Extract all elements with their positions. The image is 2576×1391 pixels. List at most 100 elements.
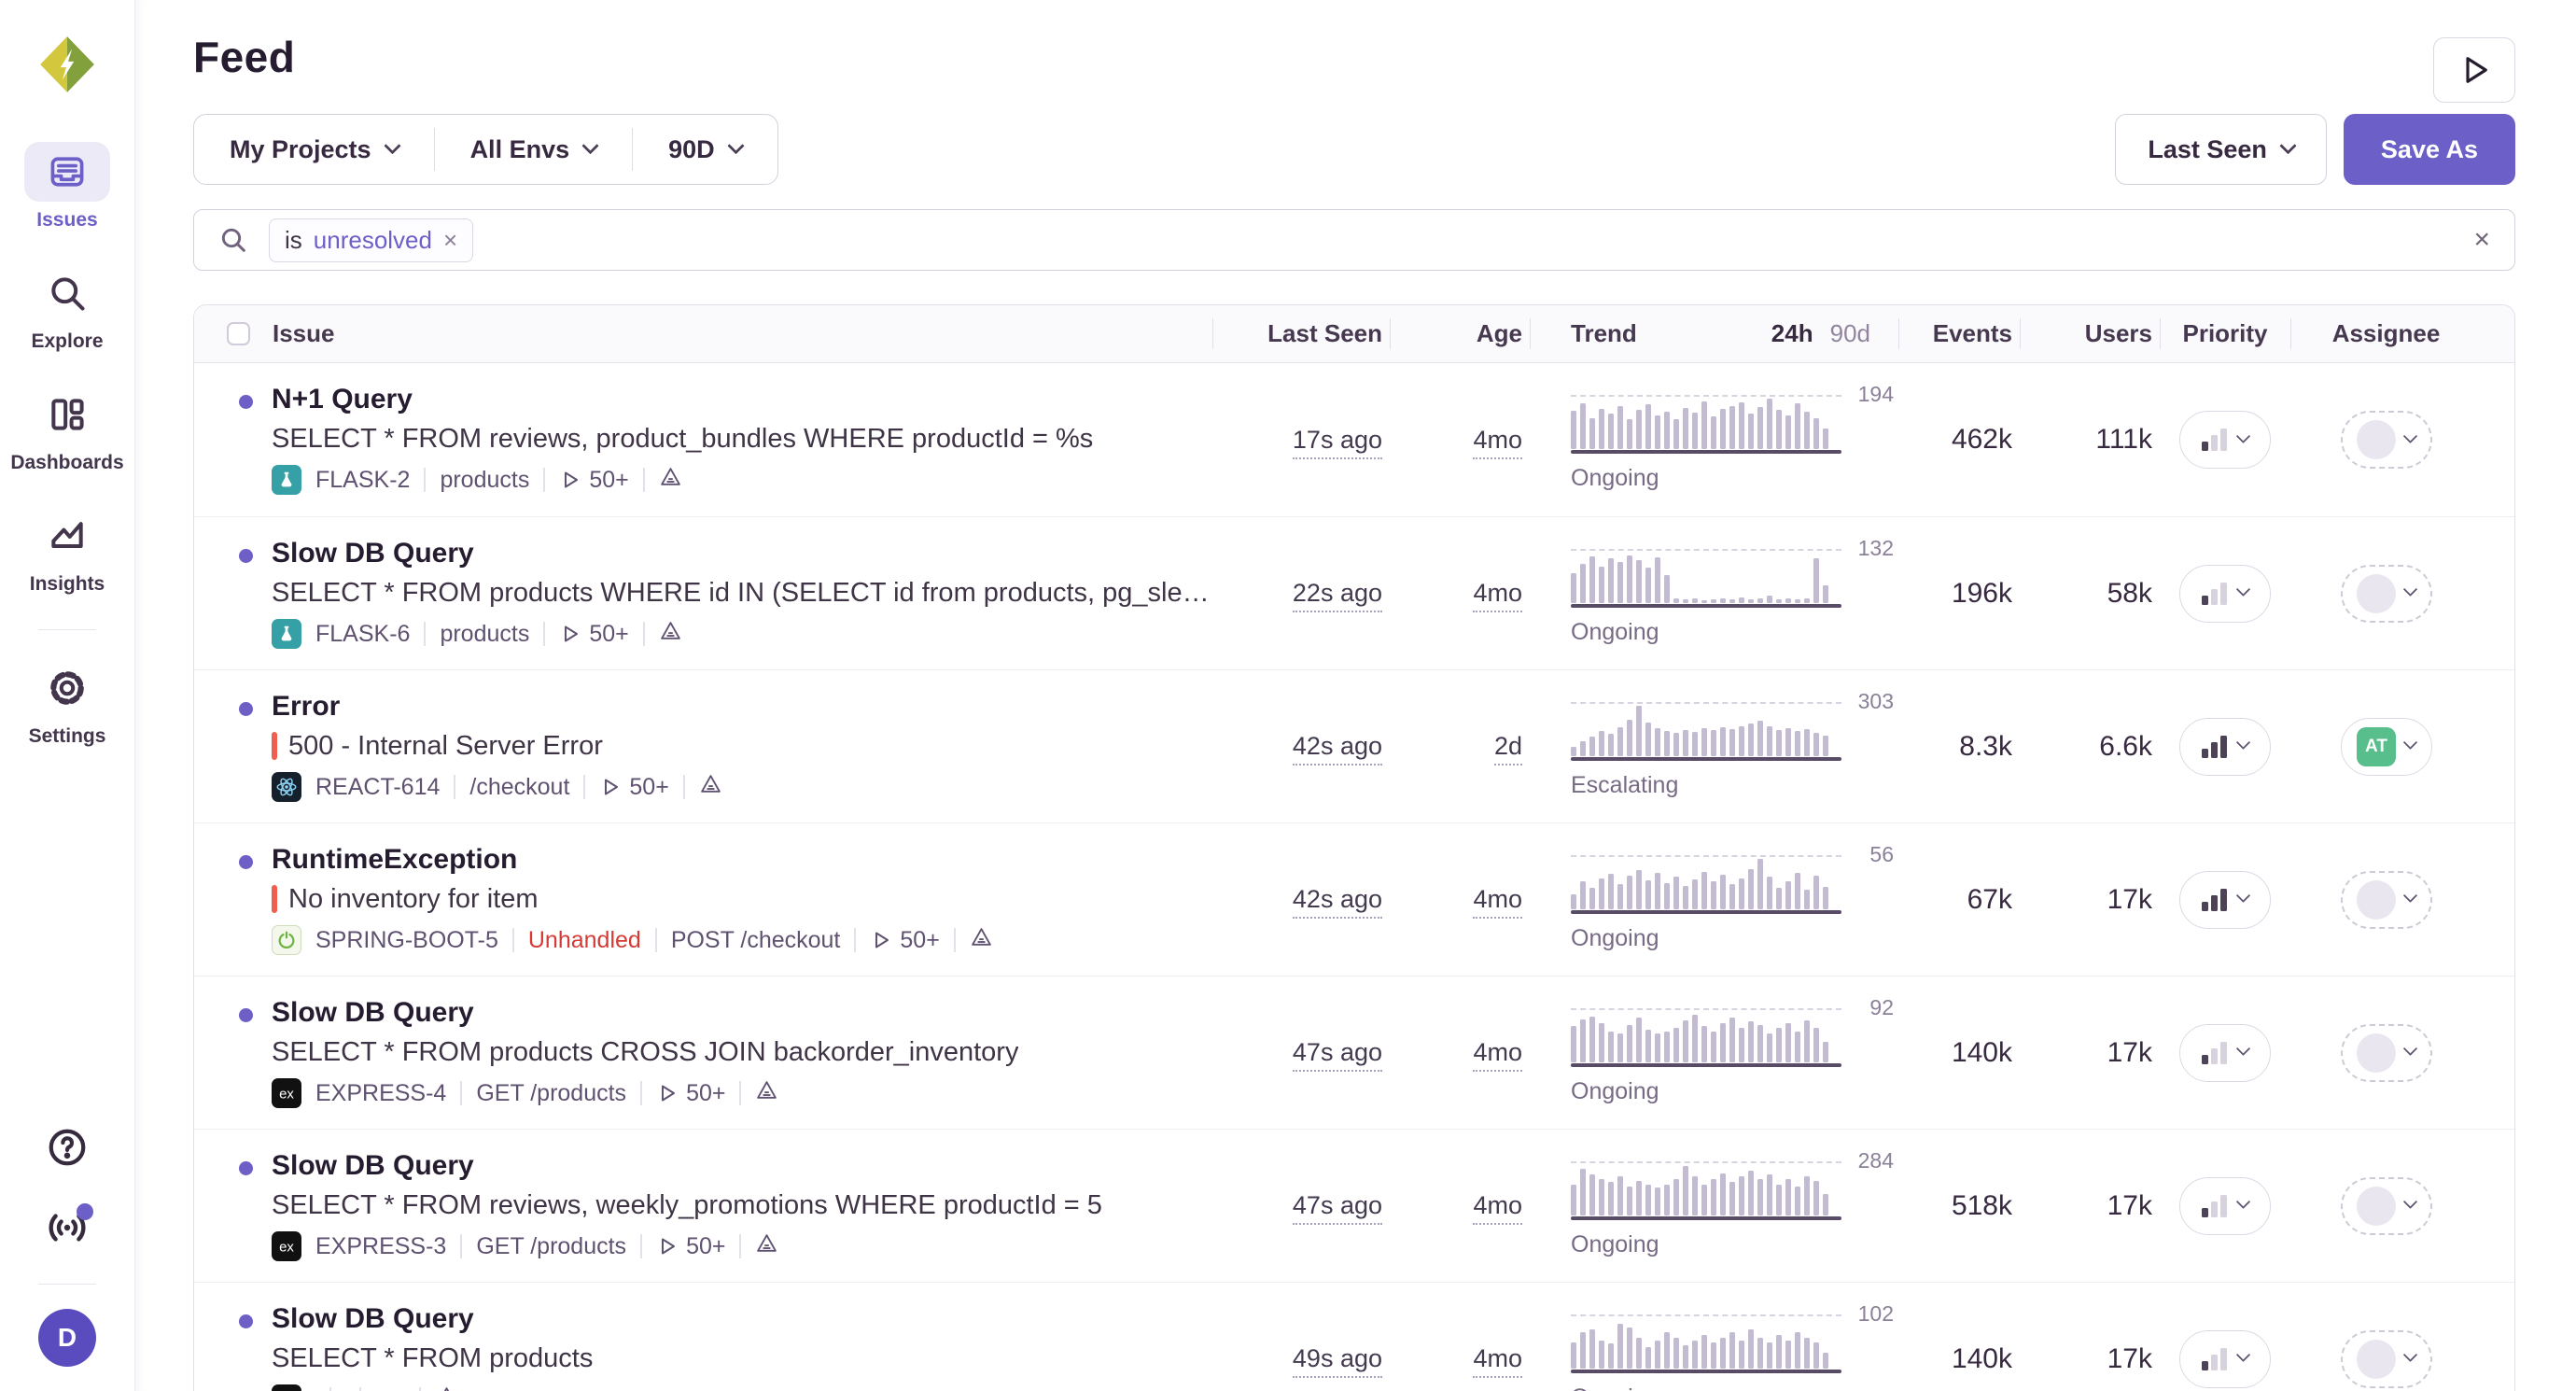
issue-title[interactable]: Slow DB Query bbox=[272, 1301, 593, 1337]
trend-tab-24h[interactable]: 24h bbox=[1771, 319, 1813, 348]
sidebar-item-dashboards[interactable]: Dashboards bbox=[10, 385, 123, 474]
trend-bars bbox=[1571, 395, 1841, 449]
sidebar-item-explore[interactable]: Explore bbox=[24, 263, 110, 353]
clear-search-icon[interactable]: × bbox=[2473, 226, 2490, 254]
priority-dropdown[interactable] bbox=[2179, 871, 2271, 929]
age-value[interactable]: 4mo bbox=[1473, 1344, 1522, 1378]
avatar[interactable]: D bbox=[38, 1309, 96, 1367]
assignee-dropdown-unassigned[interactable] bbox=[2341, 565, 2432, 623]
issue-subtitle: No inventory for item bbox=[288, 880, 539, 918]
last-seen-value[interactable]: 42s ago bbox=[1293, 732, 1382, 766]
remove-token-icon[interactable]: × bbox=[443, 228, 457, 252]
priority-dropdown[interactable] bbox=[2179, 411, 2271, 469]
replay-count[interactable]: 50+ bbox=[599, 774, 668, 801]
project-slug[interactable]: REACT-614 bbox=[315, 774, 440, 801]
priority-dropdown[interactable] bbox=[2179, 1177, 2271, 1235]
assignee-dropdown-unassigned[interactable] bbox=[2341, 1330, 2432, 1388]
app-logo[interactable] bbox=[36, 34, 98, 95]
search-token-is-unresolved[interactable]: is unresolved × bbox=[269, 218, 473, 262]
save-as-button[interactable]: Save As bbox=[2344, 114, 2515, 185]
replay-count[interactable]: 50+ bbox=[656, 1233, 725, 1260]
trend-tab-90d[interactable]: 90d bbox=[1830, 319, 1870, 348]
replay-count[interactable]: 50+ bbox=[559, 467, 628, 494]
last-seen-value[interactable]: 42s ago bbox=[1293, 885, 1382, 919]
project-slug[interactable]: FLASK-2 bbox=[315, 467, 410, 494]
replay-count[interactable]: 50+ bbox=[656, 1080, 725, 1107]
age-value[interactable]: 4mo bbox=[1473, 1038, 1522, 1072]
sort-dropdown[interactable]: Last Seen bbox=[2115, 114, 2327, 185]
assignee-dropdown-unassigned[interactable] bbox=[2341, 411, 2432, 469]
assignee-dropdown-unassigned[interactable] bbox=[2341, 1024, 2432, 1082]
date-range-filter[interactable]: 90D bbox=[633, 135, 777, 164]
project-slug[interactable]: EXPRESS-4 bbox=[315, 1080, 446, 1107]
select-all-checkbox[interactable] bbox=[227, 322, 250, 345]
issue-title[interactable]: Slow DB Query bbox=[272, 995, 1018, 1031]
age-value[interactable]: 4mo bbox=[1473, 426, 1522, 459]
project-slug[interactable]: SPRING-BOOT-5 bbox=[315, 927, 498, 954]
issue-title[interactable]: Slow DB Query bbox=[272, 536, 1212, 571]
issue-row[interactable]: Slow DB Query SELECT * FROM products bbox=[194, 1282, 2514, 1391]
priority-dropdown[interactable] bbox=[2179, 565, 2271, 623]
help-button[interactable] bbox=[37, 1117, 97, 1177]
last-seen-value[interactable]: 47s ago bbox=[1293, 1038, 1382, 1072]
issue-row[interactable]: Slow DB Query SELECT * FROM products CRO… bbox=[194, 976, 2514, 1129]
platform-icon: ex bbox=[272, 465, 301, 495]
col-users[interactable]: Users bbox=[2020, 305, 2160, 362]
play-tour-button[interactable] bbox=[2433, 37, 2515, 103]
issue-row[interactable]: Slow DB Query SELECT * FROM products WHE… bbox=[194, 516, 2514, 669]
priority-dropdown[interactable] bbox=[2179, 1330, 2271, 1388]
environments-filter[interactable]: All Envs bbox=[435, 135, 633, 164]
users-count: 17k bbox=[2107, 1190, 2152, 1221]
assignee-placeholder bbox=[2357, 1187, 2396, 1226]
last-seen-value[interactable]: 47s ago bbox=[1293, 1191, 1382, 1225]
issue-row[interactable]: RuntimeException No inventory for item bbox=[194, 822, 2514, 976]
trend-max-line bbox=[1571, 1161, 1841, 1163]
priority-dropdown[interactable] bbox=[2179, 718, 2271, 776]
issue-search-input[interactable]: is unresolved × × bbox=[193, 209, 2515, 271]
sidebar-item-settings[interactable]: Settings bbox=[24, 658, 110, 748]
last-seen-value[interactable]: 49s ago bbox=[1293, 1344, 1382, 1378]
age-value[interactable]: 4mo bbox=[1473, 885, 1522, 919]
chevron-down-icon bbox=[2403, 1041, 2418, 1056]
sidebar-item-insights[interactable]: Insights bbox=[24, 506, 110, 596]
col-age[interactable]: Age bbox=[1390, 305, 1530, 362]
trend-baseline bbox=[1571, 450, 1841, 454]
col-events[interactable]: Events bbox=[1898, 305, 2020, 362]
profile-icon bbox=[699, 772, 722, 802]
trend-baseline bbox=[1571, 910, 1841, 914]
issue-row[interactable]: Slow DB Query SELECT * FROM reviews, wee… bbox=[194, 1129, 2514, 1282]
issue-location: products bbox=[440, 621, 529, 648]
filter-row: My Projects All Envs 90D Last Seen Save … bbox=[193, 114, 2515, 185]
issue-title[interactable]: RuntimeException bbox=[272, 842, 993, 878]
last-seen-value[interactable]: 22s ago bbox=[1293, 579, 1382, 612]
projects-filter[interactable]: My Projects bbox=[194, 135, 434, 164]
age-value[interactable]: 4mo bbox=[1473, 1191, 1522, 1225]
assignee-dropdown-assigned[interactable]: AT bbox=[2341, 718, 2432, 776]
last-seen-value[interactable]: 17s ago bbox=[1293, 426, 1382, 459]
platform-icon: ex bbox=[272, 1231, 301, 1261]
project-slug[interactable]: EXPRESS-3 bbox=[315, 1233, 446, 1260]
error-level-bar bbox=[272, 732, 277, 760]
age-value[interactable]: 4mo bbox=[1473, 579, 1522, 612]
replay-count[interactable]: 50+ bbox=[870, 927, 939, 954]
replay-count-label: 50+ bbox=[686, 1233, 725, 1260]
sidebar-item-issues[interactable]: Issues bbox=[24, 142, 110, 232]
sidebar-item-label: Insights bbox=[30, 573, 105, 596]
issue-row[interactable]: N+1 Query SELECT * FROM reviews, product… bbox=[194, 363, 2514, 516]
assignee-dropdown-unassigned[interactable] bbox=[2341, 871, 2432, 929]
issue-title[interactable]: Error bbox=[272, 689, 722, 724]
priority-dropdown[interactable] bbox=[2179, 1024, 2271, 1082]
events-count: 196k bbox=[1952, 578, 2012, 609]
play-icon bbox=[870, 929, 892, 951]
issue-title[interactable]: Slow DB Query bbox=[272, 1148, 1102, 1184]
broadcast-button[interactable] bbox=[37, 1198, 97, 1258]
replay-count[interactable]: 50+ bbox=[559, 621, 628, 648]
assignee-dropdown-unassigned[interactable] bbox=[2341, 1177, 2432, 1235]
issue-row[interactable]: Error 500 - Internal Server Error bbox=[194, 669, 2514, 822]
col-last-seen[interactable]: Last Seen bbox=[1212, 305, 1390, 362]
replay-count-label: 50+ bbox=[686, 1080, 725, 1107]
age-value[interactable]: 2d bbox=[1494, 732, 1522, 766]
project-slug[interactable]: FLASK-6 bbox=[315, 621, 410, 648]
issue-title[interactable]: N+1 Query bbox=[272, 382, 1093, 417]
trend-cell: 102 Ongoing bbox=[1530, 1283, 1898, 1391]
